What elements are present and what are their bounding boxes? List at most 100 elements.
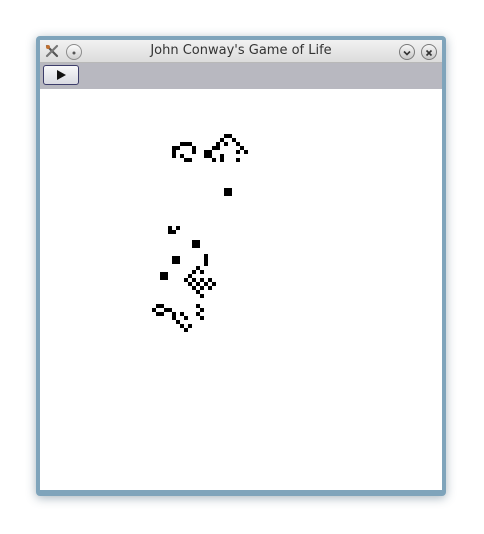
live-cell[interactable] bbox=[160, 312, 164, 316]
live-cell[interactable] bbox=[196, 290, 200, 294]
live-cell[interactable] bbox=[188, 158, 192, 162]
live-cell[interactable] bbox=[228, 134, 232, 138]
live-cell[interactable] bbox=[172, 256, 176, 260]
live-cell[interactable] bbox=[184, 142, 188, 146]
live-cell[interactable] bbox=[232, 138, 236, 142]
live-cell[interactable] bbox=[208, 154, 212, 158]
live-cell[interactable] bbox=[168, 226, 172, 230]
life-grid[interactable] bbox=[40, 89, 442, 490]
live-cell[interactable] bbox=[236, 150, 240, 154]
live-cell[interactable] bbox=[180, 324, 184, 328]
live-cell[interactable] bbox=[224, 142, 228, 146]
live-cell[interactable] bbox=[180, 154, 184, 158]
live-cell[interactable] bbox=[172, 146, 176, 150]
live-cell[interactable] bbox=[172, 154, 176, 158]
live-cell[interactable] bbox=[192, 150, 196, 154]
live-cell[interactable] bbox=[200, 270, 204, 274]
live-cell[interactable] bbox=[184, 158, 188, 162]
live-cell[interactable] bbox=[200, 286, 204, 290]
app-window: John Conway's Game of Life bbox=[36, 36, 446, 496]
live-cell[interactable] bbox=[224, 192, 228, 196]
live-cell[interactable] bbox=[224, 134, 228, 138]
live-cell[interactable] bbox=[208, 278, 212, 282]
live-cell[interactable] bbox=[228, 192, 232, 196]
live-cell[interactable] bbox=[244, 150, 248, 154]
live-cell[interactable] bbox=[220, 138, 224, 142]
live-cell[interactable] bbox=[208, 286, 212, 290]
live-cell[interactable] bbox=[176, 320, 180, 324]
live-cell[interactable] bbox=[216, 142, 220, 146]
live-cell[interactable] bbox=[204, 254, 208, 258]
live-cell[interactable] bbox=[160, 304, 164, 308]
live-cell[interactable] bbox=[176, 260, 180, 264]
live-cell[interactable] bbox=[184, 328, 188, 332]
live-cell[interactable] bbox=[212, 282, 216, 286]
live-cell[interactable] bbox=[220, 158, 224, 162]
live-cell[interactable] bbox=[172, 312, 176, 316]
live-cell[interactable] bbox=[216, 146, 220, 150]
live-cell[interactable] bbox=[168, 230, 172, 234]
live-cell[interactable] bbox=[212, 158, 216, 162]
live-cell[interactable] bbox=[160, 272, 164, 276]
live-cell[interactable] bbox=[208, 150, 212, 154]
live-cell[interactable] bbox=[176, 256, 180, 260]
live-cell[interactable] bbox=[196, 282, 200, 286]
live-cell[interactable] bbox=[212, 146, 216, 150]
life-board[interactable] bbox=[40, 89, 442, 490]
close-button[interactable] bbox=[421, 44, 437, 60]
live-cell[interactable] bbox=[176, 146, 180, 150]
live-cell[interactable] bbox=[228, 188, 232, 192]
live-cell[interactable] bbox=[196, 240, 200, 244]
live-cell[interactable] bbox=[196, 304, 200, 308]
live-cell[interactable] bbox=[168, 308, 172, 312]
live-cell[interactable] bbox=[240, 146, 244, 150]
live-cell[interactable] bbox=[156, 312, 160, 316]
live-cell[interactable] bbox=[204, 282, 208, 286]
minimize-button[interactable] bbox=[399, 44, 415, 60]
live-cell[interactable] bbox=[192, 240, 196, 244]
live-cell[interactable] bbox=[200, 308, 204, 312]
window-title: John Conway's Game of Life bbox=[150, 43, 332, 58]
live-cell[interactable] bbox=[160, 276, 164, 280]
live-cell[interactable] bbox=[220, 154, 224, 158]
live-cell[interactable] bbox=[192, 244, 196, 248]
live-cell[interactable] bbox=[192, 278, 196, 282]
live-cell[interactable] bbox=[188, 324, 192, 328]
live-cell[interactable] bbox=[196, 266, 200, 270]
live-cell[interactable] bbox=[196, 312, 200, 316]
live-cell[interactable] bbox=[172, 260, 176, 264]
live-cell[interactable] bbox=[192, 146, 196, 150]
live-cell[interactable] bbox=[176, 226, 180, 230]
live-cell[interactable] bbox=[196, 244, 200, 248]
live-cell[interactable] bbox=[192, 286, 196, 290]
live-cell[interactable] bbox=[224, 188, 228, 192]
live-cell[interactable] bbox=[200, 316, 204, 320]
live-cell[interactable] bbox=[192, 270, 196, 274]
live-cell[interactable] bbox=[164, 276, 168, 280]
live-cell[interactable] bbox=[184, 316, 188, 320]
live-cell[interactable] bbox=[152, 308, 156, 312]
live-cell[interactable] bbox=[236, 158, 240, 162]
live-cell[interactable] bbox=[204, 262, 208, 266]
live-cell[interactable] bbox=[172, 230, 176, 234]
live-cell[interactable] bbox=[164, 308, 168, 312]
live-cell[interactable] bbox=[188, 282, 192, 286]
live-cell[interactable] bbox=[200, 278, 204, 282]
live-cell[interactable] bbox=[204, 150, 208, 154]
live-cell[interactable] bbox=[204, 154, 208, 158]
play-button[interactable] bbox=[43, 65, 79, 85]
play-icon bbox=[57, 70, 66, 80]
live-cell[interactable] bbox=[180, 142, 184, 146]
live-cell[interactable] bbox=[180, 312, 184, 316]
live-cell[interactable] bbox=[156, 304, 160, 308]
live-cell[interactable] bbox=[172, 316, 176, 320]
live-cell[interactable] bbox=[200, 294, 204, 298]
live-cell[interactable] bbox=[172, 150, 176, 154]
live-cell[interactable] bbox=[164, 272, 168, 276]
live-cell[interactable] bbox=[204, 258, 208, 262]
titlebar[interactable]: John Conway's Game of Life bbox=[40, 40, 442, 63]
live-cell[interactable] bbox=[188, 274, 192, 278]
live-cell[interactable] bbox=[236, 142, 240, 146]
live-cell[interactable] bbox=[188, 142, 192, 146]
live-cell[interactable] bbox=[184, 278, 188, 282]
